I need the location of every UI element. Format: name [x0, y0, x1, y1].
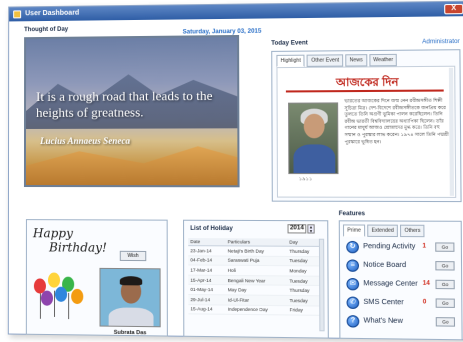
balloon-purple — [40, 290, 54, 306]
holiday-date: 17-Mar-14 — [188, 265, 226, 276]
table-row[interactable]: 15-Aug-14 Independence Day Friday — [188, 304, 322, 316]
photo-face — [303, 113, 325, 139]
holiday-heading: List of Holiday — [190, 225, 233, 233]
feature-label: Message Center — [363, 280, 418, 288]
quote-text: It is a rough road that leads to the hei… — [36, 87, 213, 120]
event-content: আজকের দিন ১৯১১ ভারতের আজকের দিনে জন্ম নে… — [276, 65, 457, 198]
birthday-photo — [99, 267, 161, 328]
holiday-day: Thursday — [287, 285, 322, 296]
tab-weather[interactable]: Weather — [369, 53, 398, 67]
birthday-heading-line2: Birthday! — [48, 240, 107, 255]
feature-sms-center[interactable]: ✆ SMS Center 0 Go — [346, 295, 460, 313]
year-spinner[interactable]: ▲ ▼ — [307, 224, 315, 234]
holiday-date: 04-Feb-14 — [188, 255, 226, 266]
holiday-particulars: Holi — [225, 265, 288, 276]
holiday-date: 01-May-14 — [188, 284, 226, 295]
holiday-scrollbar[interactable] — [318, 238, 325, 332]
app-icon — [13, 10, 22, 19]
event-photo — [288, 102, 339, 175]
features-tabs: Prime Extended Others — [342, 224, 425, 238]
features-panel: Prime Extended Others ↻ Pending Activity… — [338, 220, 463, 341]
help-icon: ? — [346, 315, 360, 328]
balloon-blue — [55, 286, 68, 302]
holiday-day: Friday — [287, 305, 322, 316]
tab-other-event[interactable]: Other Event — [307, 54, 344, 67]
administrator-link[interactable]: Administrator — [422, 39, 460, 46]
event-tabs: Highlight Other Event News Weather — [276, 53, 398, 68]
feature-count: 0 — [422, 299, 427, 306]
dashboard-window: User Dashboard X Thought of Day Saturday… — [7, 0, 463, 341]
feature-label: Notice Board — [363, 261, 407, 270]
feature-label: What's New — [363, 317, 403, 326]
balloon-orange — [71, 288, 84, 305]
column-header: Day — [287, 238, 322, 247]
title-bar: User Dashboard X — [9, 1, 463, 22]
feature-label: SMS Center — [363, 298, 404, 307]
holiday-date: 23-Jan-14 — [188, 245, 226, 256]
notice-icon: ≡ — [346, 259, 360, 272]
holiday-day: Monday — [287, 265, 322, 276]
photo-body — [293, 144, 336, 175]
feature-notice-board[interactable]: ≡ Notice Board Go — [346, 258, 459, 275]
holiday-particulars: Bengali New Year — [225, 275, 288, 286]
window-title: User Dashboard — [25, 9, 80, 18]
birthday-panel: Happy Birthday! Wish Subrata Das — [25, 219, 168, 337]
balloon-string — [68, 292, 70, 320]
go-button[interactable]: Go — [435, 261, 455, 271]
tab-extended[interactable]: Extended — [367, 224, 399, 238]
holiday-table: Date Particulars Day 23-Jan-14 Netaji's … — [188, 238, 322, 316]
holiday-day: Tuesday — [287, 256, 322, 267]
event-scrollbar[interactable] — [448, 67, 455, 196]
holiday-date: 15-Apr-14 — [188, 274, 226, 286]
feature-count: 1 — [422, 243, 427, 250]
holiday-particulars: Saraswati Puja — [225, 255, 288, 266]
event-heading: Today Event — [271, 40, 308, 47]
tab-prime[interactable]: Prime — [342, 224, 366, 237]
tab-highlight[interactable]: Highlight — [276, 54, 306, 68]
activity-icon: ↻ — [346, 240, 359, 254]
features-heading: Features — [338, 211, 366, 218]
balloons-graphic — [27, 220, 167, 320]
message-icon: ✉ — [346, 277, 360, 291]
photo-hair — [119, 276, 143, 286]
tab-others[interactable]: Others — [400, 224, 425, 238]
thought-heading: Thought of Day — [24, 26, 69, 34]
feature-whats-new[interactable]: ? What's New Go — [346, 314, 460, 332]
close-button[interactable]: X — [444, 3, 463, 15]
go-button[interactable]: Go — [435, 298, 455, 308]
holiday-date: 29-Jul-14 — [188, 294, 226, 305]
holiday-date: 15-Aug-14 — [188, 304, 226, 315]
photo-body — [108, 307, 154, 328]
wish-button[interactable]: Wish — [119, 250, 147, 262]
quote-author: Lucius Annaeus Seneca — [40, 135, 131, 146]
column-header: Date — [188, 238, 226, 246]
feature-pending-activity[interactable]: ↻ Pending Activity 1 Go — [346, 240, 459, 257]
thought-image: It is a rough road that leads to the hei… — [23, 34, 240, 188]
feature-message-center[interactable]: ✉ Message Center 14 Go — [346, 277, 459, 295]
feature-count: 14 — [422, 280, 430, 287]
sms-icon: ✆ — [346, 296, 360, 310]
tab-news[interactable]: News — [345, 54, 367, 67]
holiday-particulars: Independence Day — [225, 304, 288, 316]
holiday-day: Tuesday — [287, 295, 322, 306]
feature-label: Pending Activity — [363, 243, 416, 251]
photo-caption: ১৯১১ — [298, 176, 313, 183]
go-button[interactable]: Go — [435, 279, 455, 290]
holiday-particulars: Id-Ul-Fitar — [225, 294, 288, 306]
holiday-day: Thursday — [287, 246, 322, 257]
birthday-heading-line1: Happy — [32, 226, 73, 241]
holiday-panel: List of Holiday 2014 ▲ ▼ Date Particulars… — [183, 219, 329, 339]
event-text: ভারতের আজকের দিনে জন্ম নেন রবীন্দ্রসঙ্গী… — [344, 97, 449, 144]
go-button[interactable]: Go — [435, 242, 455, 252]
balloon-yellow — [47, 272, 61, 288]
holiday-day: Tuesday — [287, 275, 322, 286]
holiday-particulars: Netaji's Birth Day — [225, 245, 288, 257]
holiday-particulars: May Day — [225, 285, 288, 296]
event-panel: Highlight Other Event News Weather আজকের… — [271, 49, 462, 203]
birthday-person-name: Subrata Das — [113, 329, 147, 337]
year-selector[interactable]: 2014 — [287, 224, 307, 234]
go-button[interactable]: Go — [435, 317, 456, 327]
